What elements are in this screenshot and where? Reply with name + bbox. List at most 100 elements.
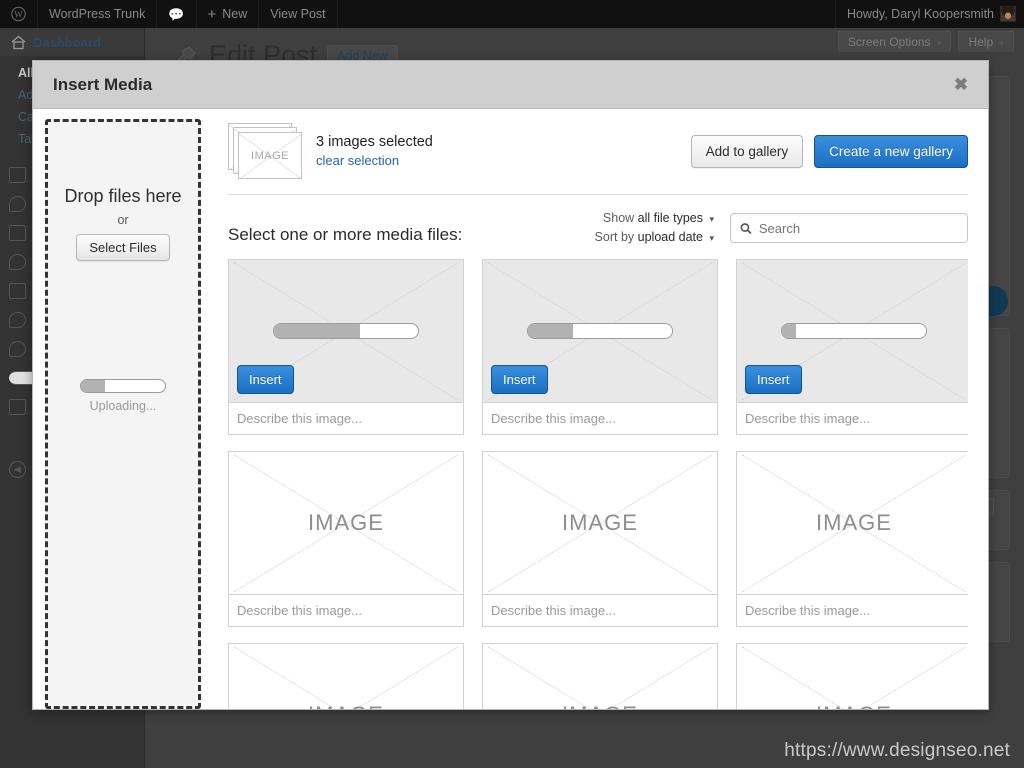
media-thumbnail[interactable]: IMAGE — [482, 451, 718, 595]
media-thumbnail[interactable]: Insert — [228, 259, 464, 403]
users-icon — [9, 340, 26, 357]
filter-dropdowns: Show all file types ▾ Sort by upload dat… — [595, 209, 714, 247]
media-tile[interactable]: IMAGEDescribe this image... — [736, 643, 968, 709]
tile-progress-group — [229, 323, 463, 339]
media-tile[interactable]: IMAGEDescribe this image... — [228, 643, 464, 709]
media-thumbnail[interactable]: IMAGE — [482, 643, 718, 709]
chevron-down-icon: ▾ — [709, 214, 714, 224]
add-to-gallery-button[interactable]: Add to gallery — [690, 135, 804, 168]
show-prefix-label: Show — [602, 211, 635, 225]
sort-value-label: upload date — [637, 230, 703, 244]
describe-image-input[interactable]: Describe this image... — [736, 595, 968, 627]
media-tile[interactable]: Insert Describe this image... — [736, 259, 968, 435]
selection-thumbnail-stack: IMAGE — [228, 123, 304, 180]
filter-controls: Show all file types ▾ Sort by upload dat… — [595, 209, 968, 247]
drop-files-label: Drop files here — [64, 186, 182, 206]
media-tile[interactable]: IMAGE Describe this image... — [482, 451, 718, 627]
search-box[interactable] — [730, 213, 968, 243]
tile-progress-bar — [781, 323, 927, 339]
upload-progress-fill — [81, 380, 105, 392]
screen-options-label: Screen Options — [847, 35, 931, 49]
media-tile[interactable]: IMAGEDescribe this image... — [228, 451, 464, 627]
new-content-menu[interactable]: + New — [197, 0, 260, 28]
search-icon — [740, 222, 752, 234]
upload-progress-group: Uploading... — [48, 379, 198, 413]
selection-thumb-front: IMAGE — [238, 132, 302, 179]
describe-image-input[interactable]: Describe this image... — [482, 595, 718, 627]
appearance-icon — [9, 282, 26, 299]
media-placeholder-label: IMAGE — [562, 510, 638, 535]
settings-icon — [9, 398, 26, 415]
admin-bar: W WordPress Trunk 💬 + New View Post Howd… — [0, 0, 1024, 28]
sort-filter[interactable]: Sort by upload date ▾ — [595, 228, 714, 247]
media-placeholder-label: IMAGE — [816, 702, 892, 709]
media-thumbnail[interactable]: IMAGE — [736, 451, 968, 595]
svg-text:W: W — [14, 9, 23, 19]
media-tile[interactable]: IMAGEDescribe this image... — [482, 643, 718, 709]
filter-bar: Select one or more media files: Show all… — [228, 195, 968, 259]
describe-image-input[interactable]: Describe this image... — [736, 403, 968, 435]
watermark-url: https://www.designseo.net — [784, 740, 1010, 761]
view-post-link[interactable]: View Post — [259, 0, 338, 28]
file-type-filter[interactable]: Show all file types ▾ — [595, 209, 714, 228]
media-tile[interactable]: Insert Describe this image... — [482, 259, 718, 435]
tile-progress-bar — [273, 323, 419, 339]
insert-button[interactable]: Insert — [745, 365, 802, 394]
media-thumbnail[interactable]: IMAGE — [228, 451, 464, 595]
selection-bar: IMAGE 3 images selected clear selection … — [228, 109, 968, 195]
modal-header: Insert Media ✖ — [33, 61, 988, 109]
site-name-label: WordPress Trunk — [49, 7, 146, 21]
media-placeholder-label: IMAGE — [562, 702, 638, 709]
describe-image-input[interactable]: Describe this image... — [228, 403, 464, 435]
sidebar-item-dashboard[interactable]: Dashboard — [0, 28, 144, 56]
tile-progress-fill — [528, 324, 573, 338]
media-pane: IMAGE 3 images selected clear selection … — [214, 109, 988, 709]
site-name-menu[interactable]: WordPress Trunk — [38, 0, 158, 28]
plus-icon: + — [207, 5, 217, 23]
tile-progress-group — [483, 323, 717, 339]
media-grid-scroll[interactable]: Insert Describe this image... Insert Descri… — [228, 259, 968, 709]
media-thumbnail[interactable]: IMAGE — [228, 643, 464, 709]
tile-progress-fill — [782, 324, 797, 338]
home-icon — [11, 35, 26, 49]
chevron-down-icon: ▾ — [999, 38, 1004, 48]
chevron-down-icon: ▾ — [936, 38, 942, 48]
create-new-gallery-button[interactable]: Create a new gallery — [814, 135, 968, 168]
plugins-icon — [9, 311, 26, 328]
dropzone[interactable]: Drop files here or Select Files Uploadin… — [45, 119, 201, 709]
media-thumbnail[interactable]: Insert — [482, 259, 718, 403]
or-label: or — [117, 213, 129, 227]
media-tile[interactable]: IMAGEDescribe this image... — [736, 451, 968, 627]
comments-icon — [9, 253, 26, 270]
selection-count-label: 3 images selected — [316, 133, 433, 150]
selection-text: 3 images selected clear selection — [316, 134, 433, 170]
media-thumbnail[interactable]: Insert — [736, 259, 968, 403]
wordpress-logo-icon[interactable]: W — [0, 0, 38, 28]
screen-options-button[interactable]: Screen Options ▾ — [837, 31, 952, 52]
clear-selection-link[interactable]: clear selection — [316, 153, 399, 168]
describe-image-input[interactable]: Describe this image... — [228, 595, 464, 627]
account-menu[interactable]: Howdy, Daryl Koopersmith — [834, 0, 1024, 28]
comments-menu[interactable]: 💬 — [157, 0, 197, 28]
modal-body: Drop files here or Select Files Uploadin… — [33, 109, 988, 709]
describe-image-input[interactable]: Describe this image... — [482, 403, 718, 435]
sort-prefix-label: Sort by — [594, 230, 635, 244]
links-icon — [9, 195, 26, 212]
collapse-menu-icon[interactable]: ◀ — [9, 461, 26, 478]
selection-actions: Add to gallery Create a new gallery — [690, 135, 968, 168]
avatar — [1000, 6, 1016, 22]
select-files-button[interactable]: Select Files — [76, 234, 170, 261]
insert-button[interactable]: Insert — [237, 365, 294, 394]
comment-bubble-icon: 💬 — [168, 6, 185, 22]
media-tile[interactable]: Insert Describe this image... — [228, 259, 464, 435]
close-icon[interactable]: ✖ — [950, 75, 972, 95]
media-thumbnail[interactable]: IMAGE — [736, 643, 968, 709]
search-input[interactable] — [758, 220, 958, 236]
modal-title: Insert Media — [53, 74, 153, 94]
help-button[interactable]: Help ▾ — [958, 31, 1014, 52]
sidebar-item-label: Dashboard — [33, 34, 101, 50]
upload-status-label: Uploading... — [89, 399, 157, 413]
insert-button[interactable]: Insert — [491, 365, 548, 394]
uploader-panel: Drop files here or Select Files Uploadin… — [33, 109, 214, 709]
chevron-down-icon: ▾ — [709, 233, 714, 243]
